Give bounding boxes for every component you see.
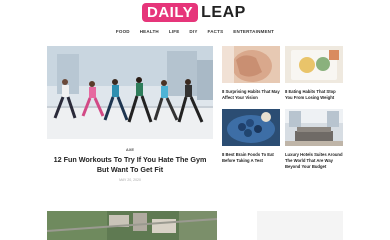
nav-item-food[interactable]: FOOD [116, 29, 130, 34]
main-nav: FOOD HEALTH LIFE DIY FACTS ENTERTAINMENT [0, 29, 390, 34]
nav-item-health[interactable]: HEALTH [140, 29, 159, 34]
article-title[interactable]: 8 Surprising Habits That May Affect Your… [222, 89, 280, 101]
featured-image[interactable] [47, 46, 213, 139]
ad-placeholder [257, 211, 343, 240]
article-thumbnail[interactable] [222, 46, 280, 83]
article-thumbnail[interactable] [222, 109, 280, 146]
article-card[interactable]: 8 Surprising Habits That May Affect Your… [222, 46, 280, 101]
nav-item-life[interactable]: LIFE [169, 29, 180, 34]
featured-title[interactable]: 12 Fun Workouts To Try If You Hate The G… [47, 155, 213, 175]
article-card[interactable]: Luxury Hotels Suites Around The World Th… [285, 109, 343, 171]
logo-text: LEAP [201, 3, 246, 21]
article-title[interactable]: 8 Eating Habits That Stop You From Losin… [285, 89, 343, 101]
site-logo[interactable]: DAILY LEAP [142, 3, 246, 22]
article-title[interactable]: 8 Best Brain Foods To Eat Before Taking … [222, 152, 280, 164]
featured-tag[interactable]: AXE [47, 147, 213, 152]
article-title[interactable]: Luxury Hotels Suites Around The World Th… [285, 152, 343, 171]
article-thumbnail[interactable] [47, 211, 217, 240]
article-card[interactable]: 8 Eating Habits That Stop You From Losin… [285, 46, 343, 101]
featured-date: MAY 20, 2020 [119, 178, 141, 182]
nav-item-facts[interactable]: FACTS [208, 29, 224, 34]
article-card[interactable]: 8 Best Brain Foods To Eat Before Taking … [222, 109, 280, 164]
article-thumbnail[interactable] [285, 46, 343, 83]
nav-item-entertainment[interactable]: ENTERTAINMENT [233, 29, 274, 34]
nav-item-diy[interactable]: DIY [189, 29, 197, 34]
logo-boxed-text: DAILY [142, 3, 199, 22]
article-thumbnail[interactable] [285, 109, 343, 146]
